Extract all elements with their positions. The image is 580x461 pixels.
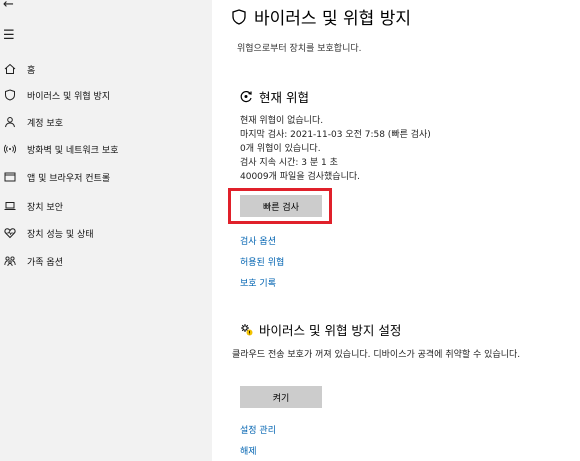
quick-scan-button[interactable]: 빠른 검사 (240, 195, 322, 217)
sidebar-item-label: 홈 (27, 65, 36, 76)
settings-heading: 바이러스 및 위협 방지 설정 (240, 320, 401, 339)
sidebar-item-virus-protection[interactable]: 바이러스 및 위협 방지 (0, 84, 212, 106)
main-content: 바이러스 및 위협 방지 위협으로부터 장치를 보호합니다. 현재 위협 현재 … (212, 0, 580, 461)
settings-title: 바이러스 및 위협 방지 설정 (259, 323, 402, 338)
sidebar-item-label: 계정 보호 (27, 118, 63, 129)
sidebar-item-device-security[interactable]: 장치 보안 (0, 195, 212, 217)
threat-count-text: 0개 위협이 있습니다. (240, 144, 321, 154)
sidebar-item-label: 앱 및 브라우저 컨트롤 (27, 173, 111, 184)
laptop-icon (3, 199, 17, 213)
sidebar: ← ☰ 홈 바이러스 및 위협 방지 계정 보호 방화벽 및 네트워크 보호 앱… (0, 0, 212, 461)
home-icon (3, 62, 17, 76)
settings-warning-icon (241, 324, 253, 336)
last-scan-text: 마지막 검사: 2021-11-03 오전 7:58 (빠른 검사) (240, 130, 431, 140)
sidebar-item-label: 가족 옵션 (27, 257, 63, 268)
family-icon (3, 254, 17, 268)
back-arrow-icon[interactable]: ← (3, 0, 19, 13)
cloud-protection-warning: 클라우드 전송 보호가 꺼져 있습니다. 디바이스가 공격에 취약할 수 있습니… (232, 350, 521, 360)
current-threats-heading: 현재 위협 (240, 87, 309, 106)
scan-options-link[interactable]: 검사 옵션 (240, 234, 276, 247)
app-window-icon (3, 170, 17, 184)
allowed-threats-link[interactable]: 허용된 위협 (240, 255, 284, 268)
files-scanned-text: 40009개 파일을 검사했습니다. (240, 172, 361, 182)
sidebar-item-home[interactable]: 홈 (0, 58, 212, 80)
protection-history-link[interactable]: 보호 기록 (240, 276, 276, 289)
scan-refresh-icon (240, 90, 252, 103)
manage-settings-link[interactable]: 설정 관리 (240, 423, 276, 436)
shield-icon (232, 8, 246, 25)
sidebar-item-family-options[interactable]: 가족 옵션 (0, 250, 212, 272)
sidebar-item-label: 바이러스 및 위협 방지 (27, 91, 111, 102)
dismiss-link[interactable]: 해제 (240, 444, 257, 457)
scan-duration-text: 검사 지속 시간: 3 분 1 초 (240, 158, 338, 168)
sidebar-item-label: 장치 성능 및 상태 (27, 229, 94, 240)
sidebar-item-firewall[interactable]: 방화벽 및 네트워크 보호 (0, 138, 212, 160)
turn-on-button[interactable]: 켜기 (240, 386, 322, 408)
page-subtitle: 위협으로부터 장치를 보호합니다. (237, 44, 362, 54)
heart-icon (3, 226, 17, 240)
wireless-icon (3, 142, 17, 156)
sidebar-item-account-protection[interactable]: 계정 보호 (0, 111, 212, 133)
person-icon (3, 115, 17, 129)
shield-icon (3, 88, 17, 102)
sidebar-item-device-performance[interactable]: 장치 성능 및 상태 (0, 222, 212, 244)
sidebar-item-app-browser-control[interactable]: 앱 및 브라우저 컨트롤 (0, 166, 212, 188)
current-threats-title: 현재 위협 (259, 90, 309, 105)
no-threats-text: 현재 위협이 없습니다. (240, 116, 324, 126)
hamburger-menu-icon[interactable]: ☰ (3, 28, 19, 44)
sidebar-item-label: 방화벽 및 네트워크 보호 (27, 145, 119, 156)
sidebar-item-label: 장치 보안 (27, 202, 63, 213)
page-title-text: 바이러스 및 위협 방지 (254, 9, 411, 29)
page-title: 바이러스 및 위협 방지 (232, 4, 411, 29)
